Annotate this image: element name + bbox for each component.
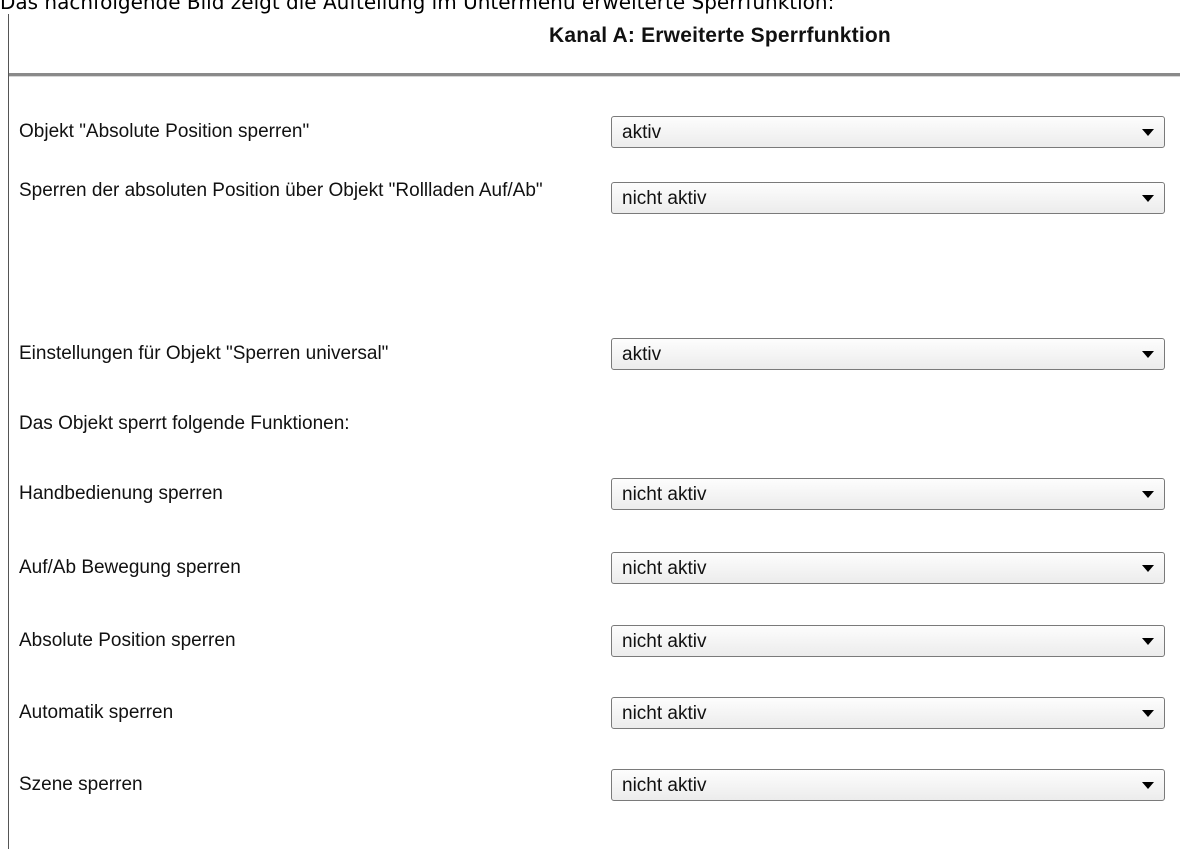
scene-lock-select[interactable]: nicht aktiv: [611, 769, 1165, 801]
setting-label: Sperren der absoluten Position über Obje…: [19, 180, 543, 201]
updown-movement-lock-select[interactable]: nicht aktiv: [611, 552, 1165, 584]
manual-operation-lock-select[interactable]: nicht aktiv: [611, 478, 1165, 510]
chevron-down-icon: [1142, 195, 1154, 202]
universal-lock-select[interactable]: aktiv: [611, 338, 1165, 370]
absolute-position-lock-select[interactable]: nicht aktiv: [611, 625, 1165, 657]
lock-absolute-via-updown-select[interactable]: nicht aktiv: [611, 182, 1165, 214]
chevron-down-icon: [1142, 565, 1154, 572]
select-value: aktiv: [622, 122, 662, 143]
select-value: nicht aktiv: [622, 484, 707, 505]
parameter-panel: Kanal A: Erweiterte Sperrfunktion Objekt…: [8, 14, 1180, 849]
chevron-down-icon: [1142, 638, 1154, 645]
panel-title: Kanal A: Erweiterte Sperrfunktion: [549, 24, 891, 47]
absolute-position-object-select[interactable]: aktiv: [611, 116, 1165, 148]
chevron-down-icon: [1142, 491, 1154, 498]
chevron-down-icon: [1142, 710, 1154, 717]
automatic-lock-select[interactable]: nicht aktiv: [611, 697, 1165, 729]
setting-label: Auf/Ab Bewegung sperren: [19, 557, 241, 578]
select-value: nicht aktiv: [622, 558, 707, 579]
select-value: nicht aktiv: [622, 703, 707, 724]
setting-label: Automatik sperren: [19, 702, 174, 723]
select-value: aktiv: [622, 344, 662, 365]
setting-label: Absolute Position sperren: [19, 630, 236, 651]
chevron-down-icon: [1142, 782, 1154, 789]
chevron-down-icon: [1142, 129, 1154, 136]
panel-header: Kanal A: Erweiterte Sperrfunktion: [9, 14, 1180, 76]
setting-label: Handbedienung sperren: [19, 483, 223, 504]
section-heading: Das Objekt sperrt folgende Funktionen:: [19, 413, 350, 434]
setting-label: Szene sperren: [19, 774, 143, 795]
chevron-down-icon: [1142, 351, 1154, 358]
document-caption: Das nachfolgende Bild zeigt die Aufteilu…: [0, 0, 835, 14]
select-value: nicht aktiv: [622, 631, 707, 652]
setting-label: Einstellungen für Objekt "Sperren univer…: [19, 343, 389, 364]
setting-label: Objekt "Absolute Position sperren": [19, 121, 310, 142]
select-value: nicht aktiv: [622, 775, 707, 796]
select-value: nicht aktiv: [622, 188, 707, 209]
